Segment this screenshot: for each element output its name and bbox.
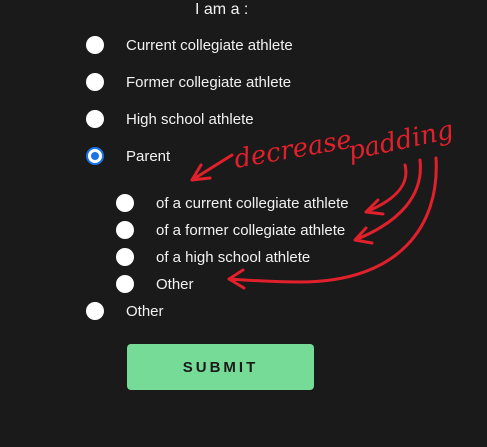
- form-title: I am a :: [195, 1, 249, 18]
- radio-button-selected[interactable]: [86, 147, 104, 165]
- radio-button[interactable]: [86, 110, 104, 128]
- annotation-arrow-left: [190, 153, 234, 182]
- radio-button[interactable]: [86, 73, 104, 91]
- radio-button[interactable]: [86, 36, 104, 54]
- radio-option-high-school[interactable]: High school athlete: [86, 107, 254, 131]
- annotation-decrease-text: decrease: [232, 125, 354, 175]
- sub-radio-current-collegiate[interactable]: of a current collegiate athlete: [116, 191, 349, 215]
- radio-label: of a current collegiate athlete: [156, 194, 349, 212]
- annotation-padding-text: padding: [345, 115, 456, 167]
- radio-button[interactable]: [116, 248, 134, 266]
- radio-option-other[interactable]: Other: [86, 299, 164, 323]
- submit-button[interactable]: SUBMIT: [127, 344, 314, 390]
- radio-label: of a high school athlete: [156, 248, 311, 266]
- radio-label: Parent: [126, 147, 171, 165]
- sub-radio-former-collegiate[interactable]: of a former collegiate athlete: [116, 218, 345, 242]
- radio-option-parent[interactable]: Parent: [86, 144, 170, 168]
- radio-option-current-collegiate[interactable]: Current collegiate athlete: [86, 33, 293, 57]
- radio-button[interactable]: [116, 194, 134, 212]
- sub-radio-high-school[interactable]: of a high school athlete: [116, 245, 310, 269]
- radio-button[interactable]: [86, 302, 104, 320]
- annotation-arrow-2: [353, 158, 422, 245]
- radio-label: Former collegiate athlete: [126, 73, 292, 91]
- radio-label: Current collegiate athlete: [126, 36, 293, 54]
- radio-option-former-collegiate[interactable]: Former collegiate athlete: [86, 70, 291, 94]
- radio-label: Other: [156, 275, 194, 293]
- annotation-arrow-1: [364, 163, 408, 216]
- radio-label: Other: [126, 302, 164, 320]
- radio-button[interactable]: [116, 275, 134, 293]
- radio-label: of a former collegiate athlete: [156, 221, 346, 239]
- radio-label: High school athlete: [126, 110, 254, 128]
- sub-radio-other[interactable]: Other: [116, 272, 194, 296]
- radio-button[interactable]: [116, 221, 134, 239]
